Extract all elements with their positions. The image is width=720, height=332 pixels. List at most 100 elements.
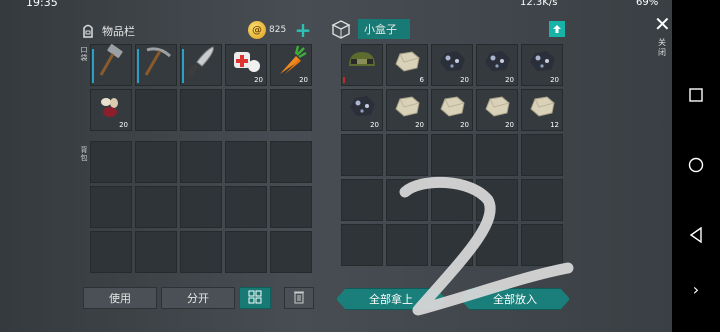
item-count: 20 <box>550 76 559 84</box>
coin-icon: @ <box>248 21 266 39</box>
item-count: 6 <box>419 76 424 84</box>
item-count: 12 <box>550 121 559 129</box>
backpack-slot-empty[interactable] <box>270 231 312 273</box>
status-bar: 19:35 12.3K/s 69% <box>0 0 672 10</box>
container-slot-stone[interactable]: 6 <box>386 44 428 86</box>
item-count: 20 <box>415 121 424 129</box>
container-title: 小盒子 <box>358 19 410 39</box>
hotbar-slot-empty[interactable] <box>225 89 267 131</box>
hotbar-slot-empty[interactable] <box>270 89 312 131</box>
backpack-slot-empty[interactable] <box>180 141 222 183</box>
arrow-up-icon <box>553 25 561 33</box>
hotbar-slot-hammer[interactable] <box>90 44 132 86</box>
network-speed: 12.3K/s <box>520 0 558 8</box>
backpack-slot-empty[interactable] <box>270 186 312 228</box>
hammer-icon <box>94 44 128 82</box>
recent-apps-button[interactable] <box>672 80 720 110</box>
item-count: 20 <box>505 76 514 84</box>
container-slot-empty[interactable] <box>521 134 563 176</box>
container-slot-iron-ore[interactable]: 20 <box>341 89 383 131</box>
chevron-right-icon: › <box>692 279 700 299</box>
upload-button[interactable] <box>549 21 565 37</box>
container-slot-helmet[interactable] <box>341 44 383 86</box>
triangle-back-icon <box>689 227 702 243</box>
backpack-label: 背包 <box>80 146 88 162</box>
container-slot-empty[interactable] <box>386 134 428 176</box>
backpack-slot-empty[interactable] <box>225 141 267 183</box>
hotbar-grid: 20 20 20 <box>90 44 312 131</box>
container-slot-iron-ore[interactable]: 20 <box>476 44 518 86</box>
container-slot-stone[interactable]: 20 <box>476 89 518 131</box>
container-slot-empty[interactable] <box>476 224 518 266</box>
square-icon <box>689 88 703 102</box>
container-slot-stone[interactable]: 20 <box>386 89 428 131</box>
hotbar-slot-pickaxe[interactable] <box>135 44 177 86</box>
backpack-icon <box>80 23 96 39</box>
trash-icon <box>293 290 305 307</box>
container-slot-empty[interactable] <box>386 224 428 266</box>
circle-icon <box>688 157 704 173</box>
item-count: 20 <box>119 121 128 129</box>
backpack-slot-empty[interactable] <box>225 231 267 273</box>
container-slot-empty[interactable] <box>341 179 383 221</box>
backpack-slot-empty[interactable] <box>135 186 177 228</box>
hotbar-slot-empty[interactable] <box>180 89 222 131</box>
container-slot-empty[interactable] <box>431 179 473 221</box>
container-slot-iron-ore[interactable]: 20 <box>431 44 473 86</box>
back-button[interactable] <box>672 220 720 250</box>
container-slot-empty[interactable] <box>521 179 563 221</box>
inventory-header: 物品栏 @ 825 + <box>80 20 318 42</box>
pickaxe-icon <box>139 44 173 82</box>
inventory-title: 物品栏 <box>102 25 135 38</box>
use-button[interactable]: 使用 <box>83 287 157 309</box>
backpack-slot-empty[interactable] <box>135 141 177 183</box>
item-count: 20 <box>299 76 308 84</box>
close-icon: ✕ <box>654 12 671 36</box>
container-slot-empty[interactable] <box>341 224 383 266</box>
item-count: 20 <box>254 76 263 84</box>
backpack-grid <box>90 141 312 273</box>
backpack-slot-empty[interactable] <box>90 186 132 228</box>
backpack-slot-empty[interactable] <box>135 231 177 273</box>
split-button[interactable]: 分开 <box>161 287 235 309</box>
hotbar-slot-machete[interactable] <box>180 44 222 86</box>
container-slot-empty[interactable] <box>341 134 383 176</box>
backpack-slot-empty[interactable] <box>90 231 132 273</box>
home-button[interactable] <box>672 150 720 180</box>
sort-button[interactable] <box>239 287 271 309</box>
container-slot-empty[interactable] <box>476 179 518 221</box>
hotbar-slot-carrot[interactable]: 20 <box>270 44 312 86</box>
discard-button[interactable] <box>284 287 314 309</box>
hotbar-slot-empty[interactable] <box>135 89 177 131</box>
put-all-button[interactable]: 全部放入 <box>460 288 570 310</box>
take-all-button[interactable]: 全部拿上 <box>336 288 446 310</box>
container-slot-empty[interactable] <box>476 134 518 176</box>
box-icon <box>330 18 352 40</box>
coin-count: 825 <box>269 25 287 35</box>
container-slot-iron-ore[interactable]: 20 <box>521 44 563 86</box>
backpack-slot-empty[interactable] <box>270 141 312 183</box>
hotbar-slot-bandage[interactable]: 20 <box>225 44 267 86</box>
backpack-slot-empty[interactable] <box>90 141 132 183</box>
item-count: 20 <box>460 76 469 84</box>
container-slot-stone[interactable]: 20 <box>431 89 473 131</box>
container-slot-empty[interactable] <box>386 179 428 221</box>
grid-icon <box>248 290 262 307</box>
container-slot-empty[interactable] <box>521 224 563 266</box>
container-slot-empty[interactable] <box>431 224 473 266</box>
backpack-slot-empty[interactable] <box>225 186 267 228</box>
helmet-icon <box>345 44 379 82</box>
add-coins-button[interactable]: + <box>294 20 312 40</box>
expand-button[interactable]: › <box>672 274 720 304</box>
battery-level: 69% <box>636 0 659 8</box>
hotbar-label: 口袋 <box>80 46 88 62</box>
backpack-slot-empty[interactable] <box>180 186 222 228</box>
item-count: 20 <box>505 121 514 129</box>
close-label: 关闭 <box>658 38 666 57</box>
container-slot-stone[interactable]: 12 <box>521 89 563 131</box>
backpack-slot-empty[interactable] <box>180 231 222 273</box>
container-slot-empty[interactable] <box>431 134 473 176</box>
hotbar-slot-seeds[interactable]: 20 <box>90 89 132 131</box>
system-navigation-bar: › <box>672 0 720 332</box>
machete-icon <box>184 44 218 82</box>
